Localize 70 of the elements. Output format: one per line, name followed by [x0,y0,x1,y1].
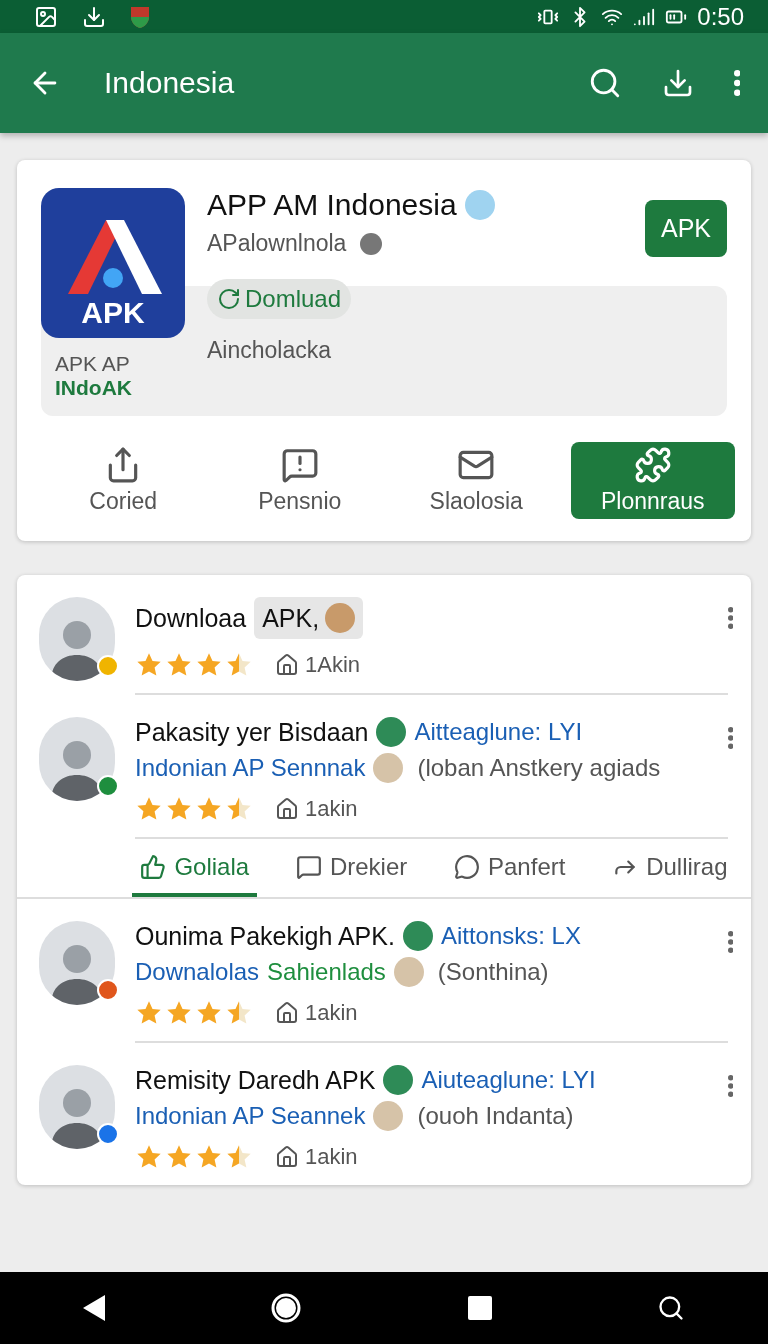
search-icon [657,1294,686,1322]
mini-avatar [402,921,433,951]
app-caption: INdoAK [55,376,133,400]
more-button[interactable] [727,607,733,629]
author-link[interactable]: Sahienlads [267,958,386,986]
more-icon [727,1075,733,1097]
author-link[interactable]: Indonian AP Seannek [135,1102,366,1130]
author-link[interactable]: Downalolas [135,958,260,986]
triangle-back-icon [82,1295,105,1321]
app-name: APP AM Indonesia [207,188,457,222]
more-icon [733,70,740,96]
review-note: (ouoh Indanta) [417,1102,574,1130]
tag-chip: APK, [254,597,364,639]
app-bar-title: Indonesia [104,66,236,100]
shield-icon [130,4,150,29]
download-icon [82,4,106,29]
review-meta: 1akin [305,1000,358,1026]
mini-avatar [373,1101,404,1131]
review-meta: 1Akin [305,652,361,678]
mini-avatar [376,717,407,747]
app-caption: APK AP [55,352,131,376]
comment-icon [295,854,322,880]
app-subtitle: Aincholacka [207,337,333,364]
home-icon [275,797,299,821]
reaction-tab[interactable]: Drekier [287,843,416,897]
mini-avatar [464,190,495,220]
author-link[interactable]: Indonian AP Sennnak [135,754,366,782]
mini-avatar [393,957,424,987]
more-button[interactable] [727,931,733,953]
clock-time: 0:50 [697,2,744,31]
more-icon [727,931,733,953]
chat-bubble-icon [454,854,480,880]
review-title: Remisity Daredh APK [135,1065,376,1095]
review-tag: Aitteaglune: LYI [414,718,583,746]
review-title: Pakasity yer Bisdaan [135,717,369,747]
reaction-tab[interactable]: Goliala [132,843,258,897]
more-button[interactable] [727,727,733,749]
review-title: Ounima Pakekigh APK. [135,921,395,951]
review-title: Downloaa [135,603,247,633]
puzzle-icon [633,446,672,484]
more-button[interactable] [727,1075,733,1097]
review-tag: Aiuteaglune: LYI [421,1066,596,1094]
reaction-tab[interactable]: Dullirag [604,843,736,897]
apk-button[interactable]: APK [644,200,727,257]
circle-home-icon [270,1292,303,1324]
review-meta: 1akin [305,796,358,822]
more-icon [727,727,733,749]
app-icon-label: APK [81,296,145,330]
thumbs-up-icon [140,854,167,880]
review-meta: 1akin [305,1144,358,1170]
home-icon [275,1145,299,1169]
action-button[interactable]: Pensnio [217,442,382,519]
review-note: (Sonthina) [437,958,549,986]
mini-avatar [373,753,404,783]
home-icon [275,653,299,677]
image-icon [34,4,58,29]
download-chip[interactable]: Domluad [207,279,352,319]
home-icon [275,1001,299,1025]
more-icon [727,607,733,629]
mini-avatar [383,1065,414,1095]
action-button[interactable]: Plonnraus [570,442,735,519]
alert-message-icon [280,446,319,484]
reaction-tab[interactable]: Panfert [446,843,574,897]
review-tag: Aittonsks: LX [440,922,581,950]
developer-name: APalownlnola [207,230,347,257]
action-button[interactable]: Slaolosia [394,442,559,519]
review-note: (loban Anstkery agiads [417,754,661,782]
refresh-icon [217,287,241,311]
action-button[interactable]: Coried [41,442,206,519]
square-recents-icon [467,1296,492,1320]
